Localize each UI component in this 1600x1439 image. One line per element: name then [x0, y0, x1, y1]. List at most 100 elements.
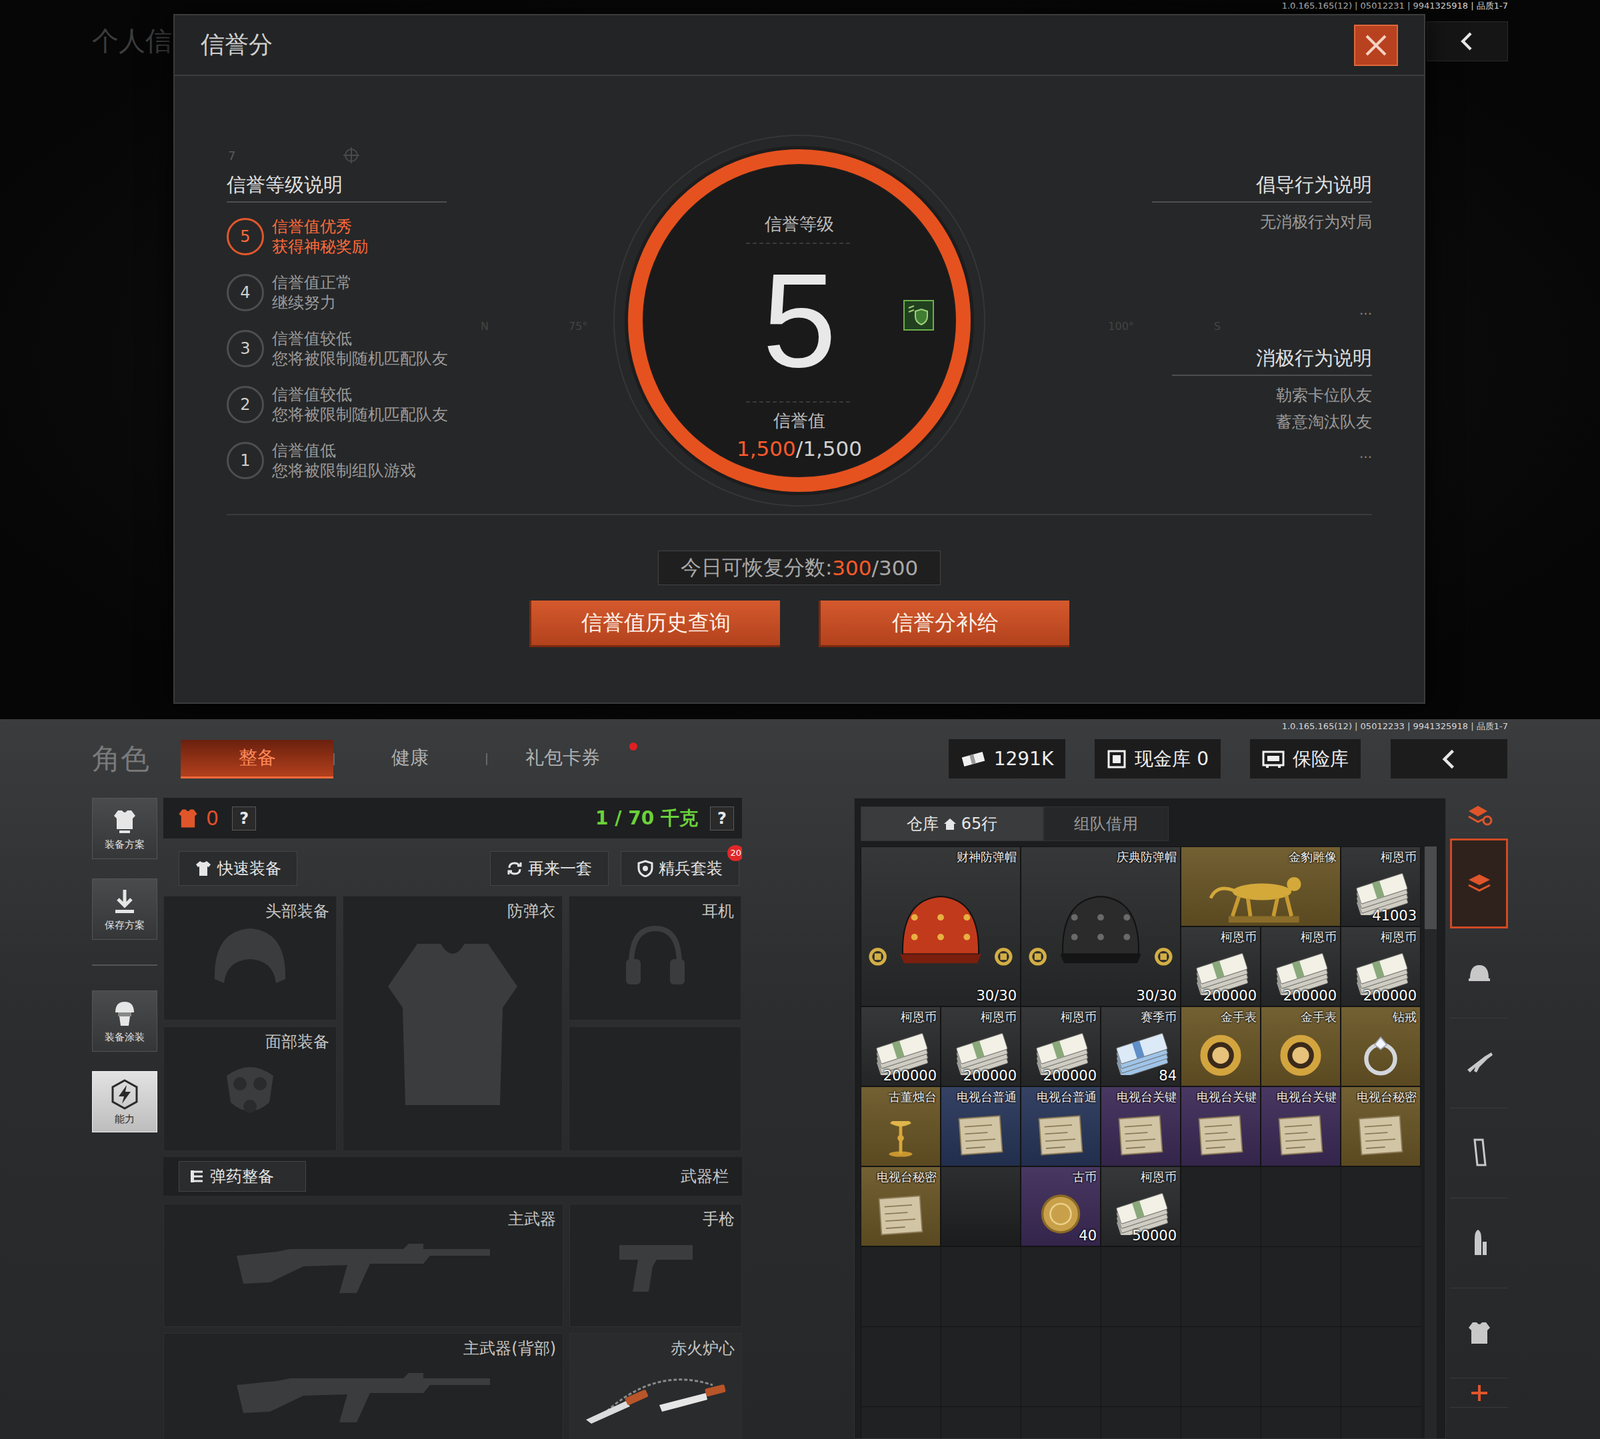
empty-cell	[940, 1166, 1021, 1247]
warehouse-item[interactable]: 电视台秘密	[1340, 1086, 1421, 1167]
slot-label: 面部装备	[265, 1031, 330, 1053]
wallet-box[interactable]: 1291K	[948, 738, 1067, 780]
wallet-box[interactable]: 现金库 0	[1094, 738, 1222, 780]
gear-slot[interactable]: 防弹衣	[342, 896, 563, 1152]
warehouse-item[interactable]: 金手表	[1180, 1006, 1261, 1087]
warehouse-item[interactable]: 电视台秘密	[860, 1166, 941, 1247]
action-button[interactable]: 信誉分补给	[818, 600, 1070, 648]
loadout-action-button[interactable]: 再来一套	[490, 851, 609, 886]
warehouse-item[interactable]: 金豹雕像	[1180, 846, 1341, 927]
tab[interactable]: 礼包卡券	[486, 740, 639, 779]
ammo-button[interactable]: 弹药整备	[178, 1161, 306, 1192]
main-row: 装备方案保存方案装备涂装能力0?1 / 70 千克?快速装备再来一套精兵套装20…	[0, 798, 1600, 1439]
tab[interactable]: 整备	[180, 740, 334, 779]
weapon-slot[interactable]: 主武器	[163, 1204, 564, 1328]
warehouse-item[interactable]: 古董烛台	[860, 1086, 941, 1167]
tab[interactable]: 健康	[333, 740, 486, 779]
warehouse-item[interactable]: 金手表	[1260, 1006, 1341, 1087]
screen-title: 角色	[92, 740, 181, 779]
sidebar-item[interactable]: 能力	[92, 1071, 158, 1133]
help-button[interactable]: ?	[232, 806, 256, 831]
warehouse-item[interactable]: 柯恩币200000	[1180, 926, 1261, 1007]
rifle-silhouette-icon	[230, 1229, 497, 1303]
warehouse-item[interactable]: 赛季币84	[1100, 1006, 1181, 1087]
close-button[interactable]	[1354, 24, 1398, 66]
level-badge: 2	[226, 386, 264, 424]
category-button[interactable]	[1450, 1378, 1508, 1408]
elite-shield-icon	[637, 860, 654, 878]
treasure-map-icon	[1030, 1102, 1091, 1162]
empty-slot	[568, 1026, 742, 1152]
warehouse-item[interactable]: 电视台关键	[1180, 1086, 1261, 1167]
corner-mark: 7	[228, 148, 236, 163]
warehouse-item[interactable]: 柯恩币200000	[940, 1006, 1021, 1087]
weapon-slot[interactable]: 赤火炉心	[569, 1333, 742, 1439]
category-button[interactable]	[1450, 1018, 1508, 1109]
gear-slot[interactable]: 面部装备	[163, 1026, 337, 1152]
item-name: 古币	[1072, 1169, 1097, 1186]
back-arrow-icon	[1456, 30, 1479, 53]
warehouse-item[interactable]: 电视台关键	[1100, 1086, 1181, 1167]
loadout-action-button[interactable]: 精兵套装20	[620, 851, 740, 886]
level-row: 1信誉值低您将被限制组队游戏	[226, 432, 467, 489]
sidebar-item[interactable]: 装备方案	[92, 798, 158, 860]
category-button[interactable]	[1450, 1108, 1508, 1199]
warehouse-item[interactable]: 财神防弹帽30/30	[860, 846, 1021, 1007]
warehouse-item[interactable]: 钻戒	[1340, 1006, 1421, 1087]
advocated-title: 倡导行为说明	[1152, 173, 1372, 203]
treasure-map-icon	[1270, 1102, 1331, 1162]
bullet-category-icon	[1469, 1228, 1490, 1258]
weapon-slot[interactable]: 主武器(背部)	[163, 1333, 564, 1439]
item-name: 柯恩币	[1300, 929, 1337, 946]
warehouse-item[interactable]: 柯恩币200000	[860, 1006, 941, 1087]
vest-silhouette-icon	[376, 930, 530, 1118]
sidebar-separator	[92, 964, 158, 966]
back-button[interactable]	[1426, 21, 1508, 62]
pistol-silhouette-icon	[612, 1236, 700, 1296]
level-text: 信誉值较低您将被限制随机匹配队友	[272, 384, 448, 425]
category-button[interactable]	[1450, 838, 1508, 929]
scrollbar[interactable]	[1424, 846, 1437, 1439]
weight: 1 / 70 千克	[595, 806, 698, 832]
action-button[interactable]: 信誉值历史查询	[529, 600, 780, 648]
category-button[interactable]	[1450, 928, 1508, 1019]
warehouse-item[interactable]: 柯恩币200000	[1020, 1006, 1101, 1087]
soldier-skin-icon	[110, 999, 140, 1029]
category-button[interactable]	[1450, 798, 1508, 834]
sidebar-item[interactable]: 保存方案	[92, 878, 158, 940]
warehouse-tab[interactable]: 组队借用	[1043, 806, 1169, 842]
warehouse-item[interactable]: 柯恩币 200000	[1260, 926, 1341, 1007]
item-name: 柯恩币	[980, 1009, 1017, 1026]
warehouse-item[interactable]: 柯恩币50000	[1100, 1166, 1181, 1247]
item-name: 金手表	[1300, 1009, 1337, 1026]
weapon-slot[interactable]: 手枪	[569, 1204, 742, 1328]
score-label: 信誉值	[773, 412, 826, 430]
treasure-map-icon	[950, 1102, 1011, 1162]
warehouse-item[interactable]: 电视台普通	[1020, 1086, 1101, 1167]
loadout-screen: 1.0.165.165(12) | 05012233 | 9941325918 …	[0, 719, 1600, 1439]
warehouse-item[interactable]: 柯恩币41003	[1340, 846, 1421, 927]
warehouse-item[interactable]: 柯恩币200000	[1340, 926, 1421, 1007]
back-button[interactable]	[1390, 738, 1508, 780]
wallet-box[interactable]: 保险库	[1249, 738, 1362, 780]
item-name: 财神防弹帽	[956, 849, 1017, 866]
headset-silhouette-icon	[622, 922, 689, 996]
item-count: 200000	[1283, 988, 1337, 1004]
sidebar-item[interactable]: 装备涂装	[92, 990, 158, 1052]
loadout-plan-icon	[110, 806, 140, 836]
compass-mark: 75°	[568, 320, 588, 333]
gear-slot[interactable]: 头部装备	[163, 896, 337, 1021]
loadout-action-button[interactable]: 快速装备	[178, 851, 298, 886]
help-button[interactable]: ?	[710, 806, 734, 831]
warehouse-item[interactable]: 古币40	[1020, 1166, 1101, 1247]
category-button[interactable]	[1450, 1198, 1508, 1289]
gear-slot[interactable]: 耳机	[568, 896, 742, 1021]
warehouse-item[interactable]: 庆典防弹帽30/30	[1020, 846, 1181, 1007]
compass-mark: N	[480, 320, 489, 333]
warehouse-item[interactable]: 电视台普通	[940, 1086, 1021, 1167]
category-button[interactable]	[1450, 1288, 1508, 1379]
warehouse-tab[interactable]: 仓库65行	[860, 806, 1044, 842]
scroll-thumb[interactable]	[1424, 846, 1437, 930]
compass-left: N 75°	[480, 320, 588, 333]
warehouse-item[interactable]: 电视台关键	[1260, 1086, 1341, 1167]
